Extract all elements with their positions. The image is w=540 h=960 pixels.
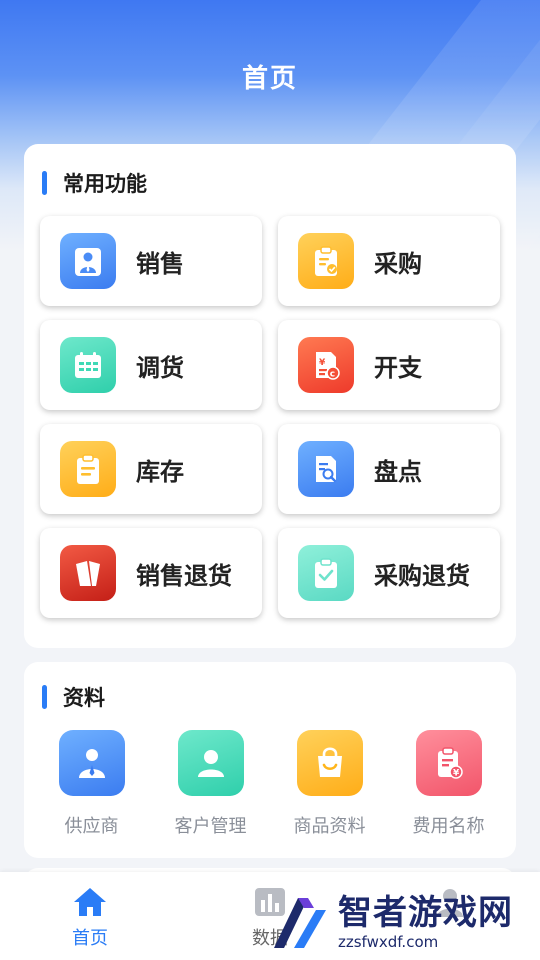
common-functions-card: 常用功能 销售 采购 调货 ¥ c 开支 库存 盘点 销售退货 采购退货 xyxy=(24,144,516,648)
clipboard-list-icon xyxy=(60,441,116,497)
master-data-row: 供应商 客户管理 商品资料 ¥ 费用名称 xyxy=(24,730,516,838)
tab-label: 首页 xyxy=(72,928,108,949)
salesperson-icon xyxy=(60,233,116,289)
master-data-label: 供应商 xyxy=(64,816,119,837)
svg-text:¥: ¥ xyxy=(453,769,460,779)
clipboard-tick-icon xyxy=(298,545,354,601)
customer-management-button[interactable]: 客户管理 xyxy=(155,730,267,838)
customer-person-icon xyxy=(177,730,244,796)
inventory-button[interactable]: 库存 xyxy=(40,424,262,514)
function-label: 开支 xyxy=(374,353,422,382)
transfer-button[interactable]: 调货 xyxy=(40,320,262,410)
tab-home[interactable]: 首页 xyxy=(45,886,135,950)
product-info-button[interactable]: 商品资料 xyxy=(274,730,386,838)
master-data-card: 资料 供应商 客户管理 商品资料 ¥ 费用名称 xyxy=(24,662,516,858)
sales-button[interactable]: 销售 xyxy=(40,216,262,306)
section-title: 常用功能 xyxy=(63,172,147,196)
master-data-label: 客户管理 xyxy=(174,816,247,837)
watermark: 智者游戏网 zzsfwxdf.com xyxy=(268,884,540,960)
watermark-title: 智者游戏网 xyxy=(338,893,513,933)
section-accent-bar xyxy=(42,685,47,709)
home-icon xyxy=(74,888,106,916)
svg-text:c: c xyxy=(330,370,335,380)
function-label: 采购 xyxy=(374,249,422,278)
page-title: 首页 xyxy=(241,64,298,94)
return-box-icon xyxy=(60,545,116,601)
function-label: 盘点 xyxy=(374,457,422,486)
clipboard-check-icon xyxy=(298,233,354,289)
fee-clipboard-icon: ¥ xyxy=(415,730,482,796)
stocktake-button[interactable]: 盘点 xyxy=(278,424,500,514)
supplier-button[interactable]: 供应商 xyxy=(36,730,148,838)
expense-receipt-icon: ¥ c xyxy=(298,337,354,393)
function-label: 销售退货 xyxy=(136,561,232,590)
svg-text:¥: ¥ xyxy=(319,358,326,368)
function-label: 采购退货 xyxy=(374,561,470,590)
watermark-url: zzsfwxdf.com xyxy=(338,933,439,951)
calendar-grid-icon xyxy=(60,337,116,393)
section-title: 资料 xyxy=(63,686,105,710)
document-search-icon xyxy=(298,441,354,497)
master-data-label: 费用名称 xyxy=(412,816,485,837)
function-label: 库存 xyxy=(136,457,184,486)
expense-button[interactable]: ¥ c 开支 xyxy=(278,320,500,410)
sales-return-button[interactable]: 销售退货 xyxy=(40,528,262,618)
function-label: 调货 xyxy=(136,353,184,382)
purchase-return-button[interactable]: 采购退货 xyxy=(278,528,500,618)
shopping-bag-icon xyxy=(296,730,363,796)
supplier-person-icon xyxy=(58,730,125,796)
master-data-label: 商品资料 xyxy=(293,816,366,837)
purchase-button[interactable]: 采购 xyxy=(278,216,500,306)
function-grid: 销售 采购 调货 ¥ c 开支 库存 盘点 销售退货 采购退货 xyxy=(40,216,502,618)
watermark-text: 智者游戏网 zzsfwxdf.com xyxy=(338,893,513,951)
watermark-logo-icon xyxy=(274,898,326,948)
fee-name-button[interactable]: ¥ 费用名称 xyxy=(393,730,505,838)
section-header-common: 常用功能 xyxy=(42,170,147,196)
section-accent-bar xyxy=(42,171,47,195)
function-label: 销售 xyxy=(136,249,184,278)
section-header-info: 资料 xyxy=(42,684,105,710)
